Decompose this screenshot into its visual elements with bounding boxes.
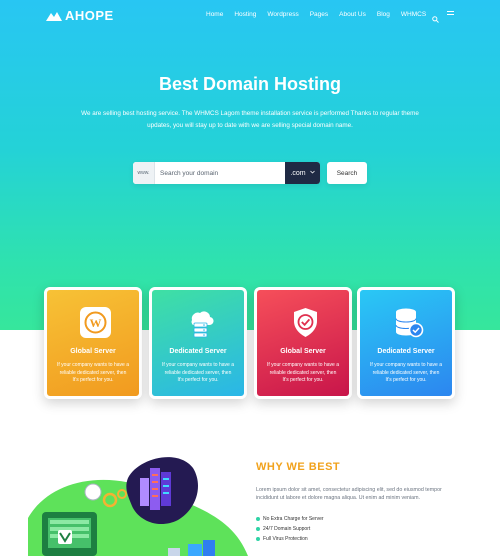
card-title: Dedicated Server [377, 348, 435, 355]
card-description: If your company wants to have a reliable… [267, 362, 339, 383]
card-description: If your company wants to have a reliable… [162, 362, 234, 383]
list-item-label: Full Virus Protection [263, 536, 308, 542]
wordpress-icon: W [79, 306, 112, 339]
menu-item-whmcs[interactable]: WHMCS [401, 11, 426, 18]
list-item: No Extra Charge for Server [256, 514, 324, 524]
check-icon [256, 537, 260, 541]
list-item-label: 24/7 Domain Support [263, 526, 311, 532]
card-description: If your company wants to have a reliable… [370, 362, 442, 383]
database-check-icon [392, 306, 425, 339]
menu-item-hosting[interactable]: Hosting [234, 11, 256, 18]
feature-card-global-server[interactable]: W Global Server If your company wants to… [44, 287, 142, 399]
logo-mountain-icon [46, 11, 62, 21]
chevron-down-icon [309, 170, 315, 176]
menu-item-home[interactable]: Home [206, 11, 223, 18]
card-title: Global Server [70, 348, 116, 355]
domain-search-bar: www. .com [133, 162, 320, 184]
check-icon [256, 527, 260, 531]
svg-text:W: W [90, 316, 102, 330]
feature-card-global-server-2[interactable]: Global Server If your company wants to h… [254, 287, 352, 399]
search-icon[interactable] [432, 10, 439, 28]
main-menu: Home Hosting Wordpress Pages About Us Bl… [206, 11, 437, 18]
domain-search-input[interactable] [155, 162, 285, 184]
menu-hamburger-icon[interactable] [447, 11, 454, 17]
menu-item-about[interactable]: About Us [339, 11, 366, 18]
menu-item-wordpress[interactable]: Wordpress [267, 11, 298, 18]
tld-value: .com [290, 169, 306, 177]
tld-dropdown[interactable]: .com [285, 162, 320, 184]
menu-item-blog[interactable]: Blog [377, 11, 390, 18]
why-feature-list: No Extra Charge for Server 24/7 Domain S… [256, 514, 324, 544]
card-title: Global Server [280, 348, 326, 355]
brand-logo[interactable]: AHOPE [46, 8, 114, 23]
feature-card-dedicated-server[interactable]: Dedicated Server If your company wants t… [149, 287, 247, 399]
hero-title: Best Domain Hosting [158, 74, 341, 94]
www-prefix: www. [133, 162, 155, 184]
top-navbar: AHOPE Home Hosting Wordpress Pages About… [0, 0, 500, 30]
list-item-label: No Extra Charge for Server [263, 516, 324, 522]
check-icon [256, 517, 260, 521]
brand-name: AHOPE [65, 8, 114, 23]
shield-check-icon [289, 306, 322, 339]
feature-card-dedicated-server-2[interactable]: Dedicated Server If your company wants t… [357, 287, 455, 399]
why-section-title: WHY WE BEST [256, 461, 341, 473]
card-title: Dedicated Server [169, 348, 227, 355]
server-illustration [28, 448, 248, 556]
list-item: Full Virus Protection [256, 534, 324, 544]
list-item: 24/7 Domain Support [256, 524, 324, 534]
why-section-text: Lorem ipsum dolor sit amet, consectetur … [256, 487, 442, 501]
search-button[interactable]: Search [327, 162, 367, 184]
card-description: If your company wants to have a reliable… [57, 362, 129, 383]
menu-item-pages[interactable]: Pages [310, 11, 328, 18]
hero-subtitle: We are selling best hosting service. The… [81, 110, 419, 129]
cloud-server-icon [184, 306, 217, 339]
